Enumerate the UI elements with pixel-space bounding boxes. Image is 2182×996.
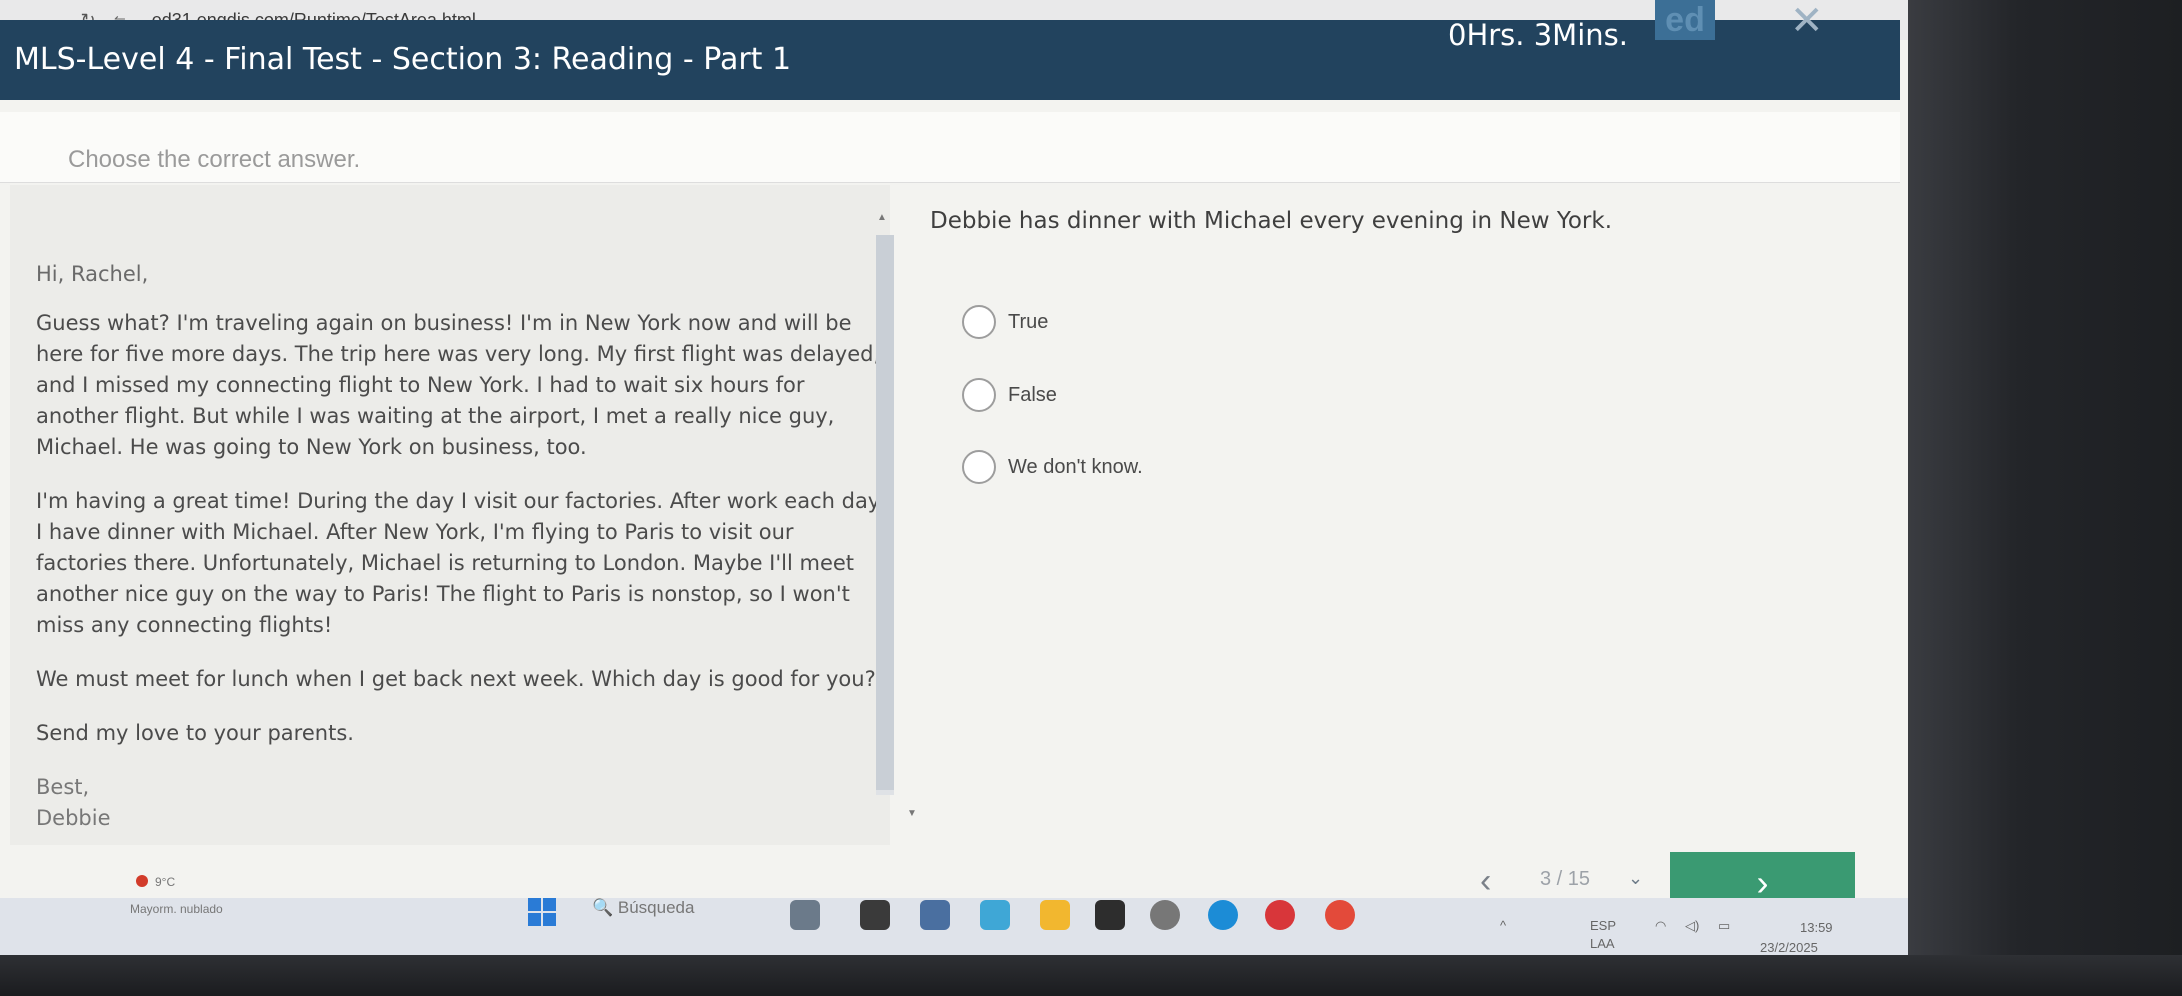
- battery-icon[interactable]: ▭: [1718, 918, 1730, 934]
- widgets-icon[interactable]: [790, 900, 820, 930]
- option-true[interactable]: True: [962, 305, 1048, 339]
- passage-scroll-thumb[interactable]: [876, 235, 894, 790]
- scroll-up-icon[interactable]: ▲: [877, 212, 887, 223]
- keyboard-layout[interactable]: LAA: [1590, 936, 1615, 951]
- passage-greeting: Hi, Rachel,: [36, 262, 149, 286]
- app-icon[interactable]: [980, 900, 1010, 930]
- passage-paragraph: I'm having a great time! During the day …: [36, 489, 881, 637]
- wifi-icon[interactable]: ◠: [1655, 918, 1666, 934]
- logo: ed: [1655, 0, 1715, 40]
- windows-taskbar: [0, 898, 1908, 955]
- passage-paragraph: Guess what? I'm traveling again on busin…: [36, 311, 881, 459]
- language-indicator[interactable]: ESP: [1590, 918, 1616, 933]
- clock-date[interactable]: 23/2/2025: [1760, 940, 1818, 955]
- instruction-text: Choose the correct answer.: [68, 146, 361, 173]
- passage-body: Guess what? I'm traveling again on busin…: [36, 308, 886, 834]
- dell-icon[interactable]: [1150, 900, 1180, 930]
- question-counter: 3 / 15: [1540, 868, 1591, 890]
- chevron-up-icon[interactable]: ^: [1500, 918, 1506, 933]
- question-text: Debbie has dinner with Michael every eve…: [930, 208, 1613, 234]
- option-label[interactable]: False: [1008, 384, 1057, 407]
- weather-icon[interactable]: [136, 875, 148, 887]
- file-explorer-icon[interactable]: [1040, 900, 1070, 930]
- weather-temp[interactable]: 9°C: [155, 875, 175, 889]
- option-label[interactable]: We don't know.: [1008, 456, 1143, 479]
- task-view-icon[interactable]: [860, 900, 890, 930]
- taskbar-search[interactable]: 🔍 Búsqueda: [592, 898, 694, 918]
- scroll-down-icon[interactable]: ▼: [907, 808, 917, 819]
- taskbar-search-label[interactable]: Búsqueda: [618, 898, 695, 917]
- chrome-icon[interactable]: [1325, 900, 1355, 930]
- weather-note[interactable]: Mayorm. nublado: [130, 902, 223, 916]
- passage-paragraph: We must meet for lunch when I get back n…: [36, 667, 876, 691]
- close-icon[interactable]: ✕: [1790, 0, 1824, 44]
- edge-icon[interactable]: [1208, 900, 1238, 930]
- radio-button[interactable]: [962, 450, 996, 484]
- app-icon[interactable]: [1095, 900, 1125, 930]
- monitor-bezel: [1908, 0, 2182, 996]
- app-icon[interactable]: [1265, 900, 1295, 930]
- option-false[interactable]: False: [962, 378, 1057, 412]
- previous-question-icon[interactable]: ‹: [1480, 862, 1491, 901]
- volume-icon[interactable]: ◁): [1685, 918, 1699, 934]
- timer: 0Hrs. 3Mins.: [1448, 18, 1628, 52]
- passage-paragraph: Send my love to your parents.: [36, 721, 354, 745]
- option-label[interactable]: True: [1008, 311, 1048, 334]
- radio-button[interactable]: [962, 378, 996, 412]
- option-dont-know[interactable]: We don't know.: [962, 450, 1143, 484]
- clock-time[interactable]: 13:59: [1800, 920, 1833, 935]
- app-icon[interactable]: [920, 900, 950, 930]
- radio-button[interactable]: [962, 305, 996, 339]
- monitor-bezel-bottom: [0, 955, 2182, 996]
- page-title: MLS-Level 4 - Final Test - Section 3: Re…: [14, 42, 792, 77]
- passage-closing: Best,: [36, 775, 90, 799]
- chevron-down-icon[interactable]: ⌄: [1628, 868, 1643, 889]
- passage-signature: Debbie: [36, 806, 111, 830]
- screen: ← → ↻ ⇋ ed31.engdis.com/Runtime/TestArea…: [0, 0, 1908, 955]
- start-menu-icon[interactable]: [528, 898, 556, 926]
